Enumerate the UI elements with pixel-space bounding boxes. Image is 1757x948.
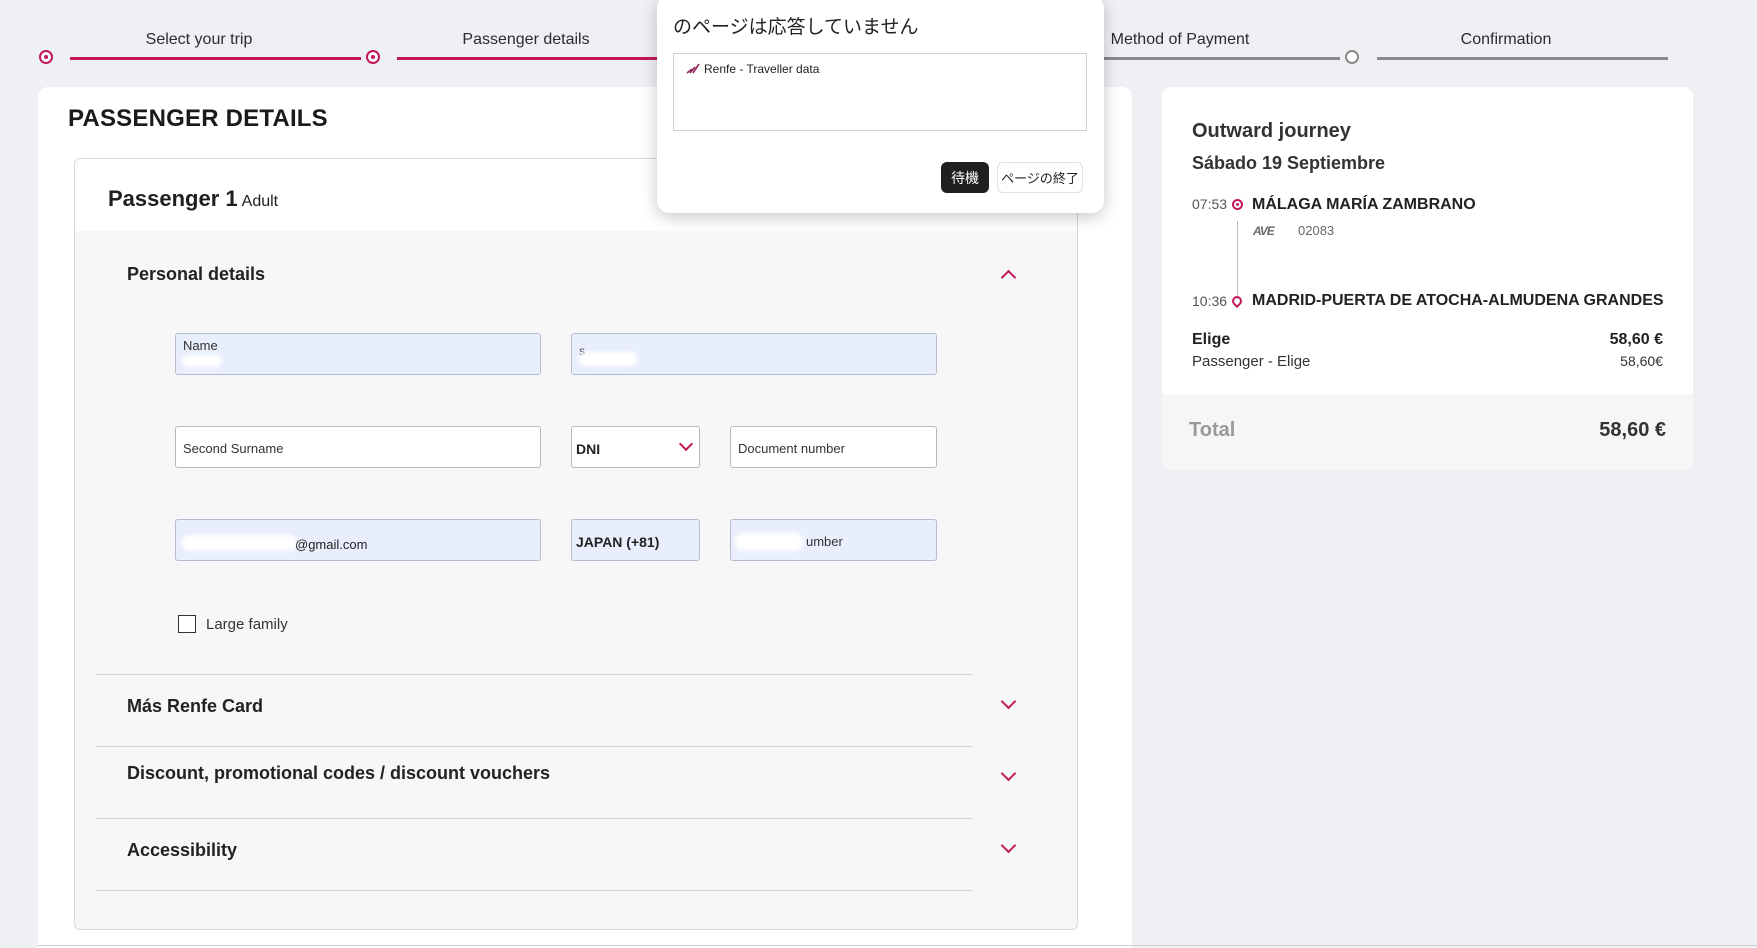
passenger-details-card: PASSENGER DETAILS Passenger 1 Adult Perso…	[38, 87, 1132, 948]
redacted-value	[182, 535, 297, 551]
divider	[95, 746, 973, 747]
personal-details-heading[interactable]: Personal details	[127, 264, 265, 285]
departure-dot-icon	[1232, 199, 1243, 210]
discount-codes-heading[interactable]: Discount, promotional codes / discount v…	[127, 763, 550, 784]
fare-name: Elige	[1192, 331, 1231, 348]
fare-detail: Passenger - Elige	[1192, 353, 1311, 370]
total-value: 58,60 €	[1599, 419, 1666, 441]
phone-prefix-value: JAPAN (+81)	[576, 534, 660, 550]
document-type-value: DNI	[576, 441, 601, 457]
step-1-label[interactable]: Select your trip	[49, 31, 349, 49]
chevron-down-icon	[678, 436, 694, 452]
renfe-favicon-icon	[686, 63, 700, 74]
phone-number-field[interactable]: umber	[730, 519, 937, 561]
passenger-title: Passenger 1 Adult	[108, 186, 278, 212]
accessibility-heading[interactable]: Accessibility	[127, 840, 237, 861]
wait-button[interactable]: 待機	[941, 162, 989, 193]
chevron-up-icon[interactable]	[1000, 269, 1017, 286]
large-family-checkbox[interactable]	[178, 615, 196, 633]
document-type-select[interactable]: DNI	[571, 426, 700, 468]
step-1-indicator	[39, 50, 53, 64]
fare-detail-price: 58,60€	[1620, 353, 1663, 369]
departure-station: MÁLAGA MARÍA ZAMBRANO	[1252, 196, 1476, 213]
exit-page-button[interactable]: ページの終了	[997, 162, 1083, 193]
passenger-type: Adult	[241, 193, 279, 210]
dialog-title: のページは応答していません	[673, 16, 919, 38]
email-field[interactable]: @gmail.com	[175, 519, 541, 561]
arrival-time: 10:36	[1192, 293, 1228, 309]
redacted-value	[579, 352, 637, 366]
page-unresponsive-dialog: のページは応答していません Renfe - Traveller data 待機 …	[657, 0, 1104, 213]
step-3-bar	[1104, 57, 1340, 60]
chevron-down-icon[interactable]	[1000, 693, 1017, 710]
document-number-field[interactable]: Document number	[730, 426, 937, 468]
page-title: PASSENGER DETAILS	[68, 105, 328, 132]
second-surname-placeholder: Second Surname	[183, 441, 284, 456]
redacted-value	[735, 533, 803, 551]
step-2-label[interactable]: Passenger details	[376, 31, 676, 49]
train-brand-logo: AVE	[1253, 224, 1275, 238]
train-number: 02083	[1298, 223, 1335, 238]
email-suffix: @gmail.com	[295, 537, 368, 552]
divider	[95, 674, 973, 675]
journey-date: Sábado 19 Septiembre	[1192, 153, 1386, 173]
passenger-number: Passenger 1	[108, 186, 238, 211]
divider	[95, 890, 973, 891]
passenger-1-panel: Passenger 1 Adult Personal details Name S…	[74, 158, 1078, 930]
phone-number-suffix: umber	[806, 534, 843, 549]
divider	[95, 818, 973, 819]
name-field[interactable]: Name	[175, 333, 541, 375]
location-pin-icon	[1229, 293, 1245, 309]
step-4-indicator	[1345, 50, 1359, 64]
unresponsive-pages-list: Renfe - Traveller data	[673, 53, 1087, 131]
bottom-divider	[38, 945, 1757, 946]
arrival-station: MADRID-PUERTA DE ATOCHA-ALMUDENA GRANDES	[1252, 292, 1664, 309]
total-label: Total	[1189, 419, 1236, 441]
mas-renfe-card-heading[interactable]: Más Renfe Card	[127, 696, 263, 717]
surname-field[interactable]: S	[571, 333, 937, 375]
document-number-placeholder: Document number	[738, 441, 845, 456]
journey-title: Outward journey	[1192, 120, 1351, 142]
name-field-label: Name	[183, 338, 218, 353]
total-row: Total 58,60 €	[1162, 394, 1693, 470]
second-surname-field[interactable]: Second Surname	[175, 426, 541, 468]
large-family-label[interactable]: Large family	[206, 616, 288, 633]
fare-price: 58,60 €	[1609, 331, 1663, 348]
step-2-bar	[397, 57, 657, 60]
step-4-bar	[1377, 57, 1668, 60]
phone-prefix-select[interactable]: JAPAN (+81)	[571, 519, 700, 561]
step-2-indicator	[366, 50, 380, 64]
chevron-down-icon[interactable]	[1000, 765, 1017, 782]
step-4-label[interactable]: Confirmation	[1356, 31, 1656, 49]
redacted-value	[182, 355, 222, 367]
route-line	[1237, 221, 1238, 299]
departure-time: 07:53	[1192, 196, 1228, 212]
journey-summary-card: Outward journey Sábado 19 Septiembre 07:…	[1162, 87, 1693, 470]
step-1-bar	[70, 57, 361, 60]
chevron-down-icon[interactable]	[1000, 837, 1017, 854]
unresponsive-page-item: Renfe - Traveller data	[704, 62, 820, 76]
